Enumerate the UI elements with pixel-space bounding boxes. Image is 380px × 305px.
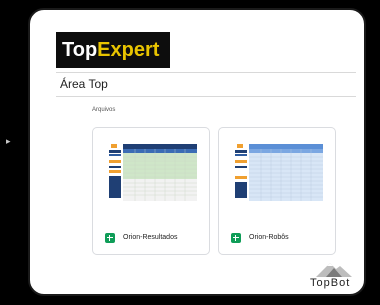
header-divider — [56, 72, 356, 73]
file-card-orion-resultados[interactable]: Orion-Resultados — [92, 127, 210, 255]
chevron-right-icon[interactable]: ▸ — [6, 136, 11, 146]
page-title: Área Top — [60, 77, 108, 91]
site-panel: TopExpert Área Top Arquivos Orion-Result… — [28, 8, 366, 296]
spreadsheet-thumbnail — [227, 136, 329, 216]
spreadsheet-thumbnail — [101, 136, 203, 216]
file-footer: Orion-Resultados — [93, 224, 209, 254]
logo-text-expert: Expert — [97, 39, 160, 61]
logo-text-top: Top — [62, 39, 98, 61]
file-card-orion-robos[interactable]: Orion-Robôs — [218, 127, 336, 255]
section-title-arquivos: Arquivos — [92, 107, 116, 113]
brand-name: TopBot — [310, 277, 351, 289]
google-sheets-icon — [231, 233, 241, 243]
file-footer: Orion-Robôs — [219, 224, 335, 254]
topexpert-logo[interactable]: TopExpert — [56, 32, 170, 68]
title-divider — [56, 96, 356, 97]
google-sheets-icon — [105, 233, 115, 243]
file-name: Orion-Resultados — [123, 234, 178, 241]
file-name: Orion-Robôs — [249, 234, 289, 241]
